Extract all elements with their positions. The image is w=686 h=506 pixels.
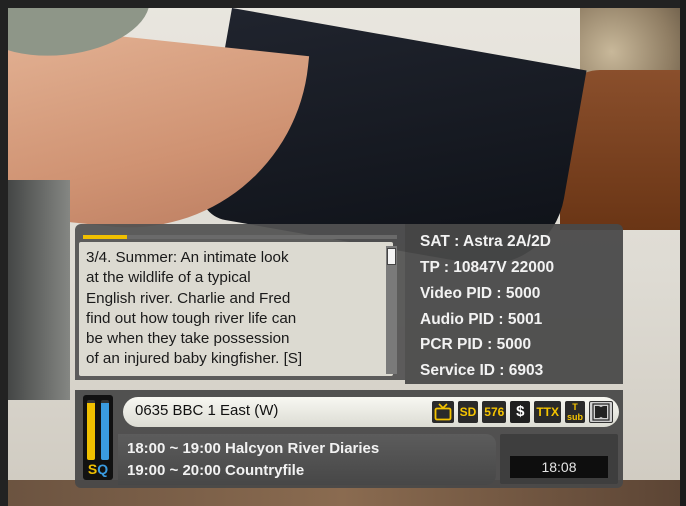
description-line: be when they take possession xyxy=(86,330,290,348)
description-line: of an injured baby kingfisher. [S] xyxy=(86,350,303,368)
tech-info-panel: SAT : Astra 2A/2D TP : 10847V 22000 Vide… xyxy=(405,224,623,384)
pcr-pid-info: PCR PID : 5000 xyxy=(420,336,532,353)
subtitle-icon: T sub xyxy=(564,401,585,423)
description-line: at the wildlife of a typical xyxy=(86,269,251,287)
audio-pid-info: Audio PID : 5001 xyxy=(420,311,543,328)
scrollbar-thumb[interactable] xyxy=(387,248,396,265)
clock-panel: 18:08 xyxy=(500,434,618,484)
description-scrollbar[interactable] xyxy=(386,246,397,374)
signal-quality-meter: SQ xyxy=(83,395,113,480)
description-line: 3/4. Summer: An intimate look xyxy=(86,249,289,266)
clock-display: 18:08 xyxy=(510,456,608,478)
subtitle-icon-top: T xyxy=(572,402,578,412)
subtitle-icon-bottom: sub xyxy=(566,412,583,422)
service-id-info: Service ID : 6903 xyxy=(420,362,544,379)
signal-strength-bar xyxy=(87,400,95,460)
signal-quality-label: SQ xyxy=(83,461,113,477)
programme-progress-bar xyxy=(83,235,397,239)
channel-icons: SD 576 $ TTX T sub xyxy=(431,401,613,423)
description-panel: 3/4. Summer: An intimate look at the wil… xyxy=(75,224,405,380)
signal-strength-fill xyxy=(87,403,95,460)
quality-label: Q xyxy=(97,461,109,477)
teletext-icon: TTX xyxy=(534,401,561,423)
frame-border xyxy=(680,0,686,506)
transponder-info: TP : 10847V 22000 xyxy=(420,259,555,276)
satellite-info: SAT : Astra 2A/2D xyxy=(420,233,551,250)
signal-quality-bar xyxy=(101,400,109,460)
dolby-digital-icon xyxy=(589,401,613,423)
tv-icon xyxy=(431,401,454,423)
scrambled-dollar-icon: $ xyxy=(510,401,531,423)
programme-progress-fill xyxy=(83,235,127,239)
description-box[interactable]: 3/4. Summer: An intimate look at the wil… xyxy=(79,242,393,376)
frame-border xyxy=(0,0,8,506)
bucket-image xyxy=(0,180,70,400)
frame-border xyxy=(0,0,686,8)
resolution-576-icon: 576 xyxy=(482,401,507,423)
current-event: 18:00 ~ 19:00 Halcyon River Diaries xyxy=(127,440,380,457)
next-event: 19:00 ~ 20:00 Countryfile xyxy=(127,462,305,479)
description-line: find out how tough river life can xyxy=(86,309,297,327)
sd-icon: SD xyxy=(457,401,479,423)
strength-label: S xyxy=(87,461,98,477)
video-pid-info: Video PID : 5000 xyxy=(420,285,541,302)
programme-description: 3/4. Summer: An intimate look at the wil… xyxy=(86,248,386,370)
epg-events[interactable]: 18:00 ~ 19:00 Halcyon River Diaries 19:0… xyxy=(118,434,496,485)
signal-quality-fill xyxy=(101,403,109,460)
channel-name: 0635 BBC 1 East (W) xyxy=(135,402,279,419)
channel-bar[interactable]: 0635 BBC 1 East (W) SD 576 $ TTX T sub xyxy=(123,397,619,427)
description-line: English river. Charlie and Fred xyxy=(86,289,291,307)
channel-info-banner: SQ 0635 BBC 1 East (W) SD 576 $ TTX T su… xyxy=(75,390,623,488)
